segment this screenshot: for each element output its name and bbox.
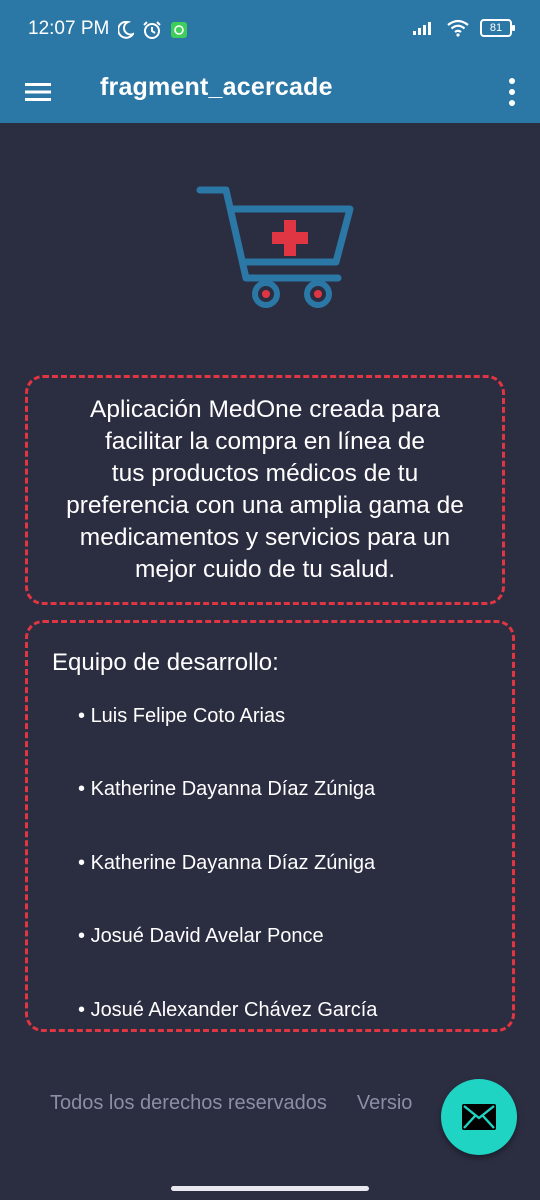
team-card: Equipo de desarrollo: Luis Felipe Coto A… [25, 620, 515, 1032]
team-member: Luis Felipe Coto Arias [78, 705, 286, 728]
moon-icon [118, 21, 134, 39]
team-member: Katherine Dayanna Díaz Zúniga [78, 852, 376, 875]
version-text: Versio [356, 1092, 413, 1114]
description-line: Aplicación MedOne creada para [89, 396, 440, 423]
wifi-icon [447, 19, 469, 37]
mail-icon [462, 1104, 496, 1130]
description-card: Aplicación MedOne creada para facilitar … [25, 375, 505, 605]
description-line: facilitar la compra en línea de [104, 428, 426, 455]
team-member: Katherine Dayanna Díaz Zúniga [78, 778, 376, 801]
app-bar: fragment_acercade [0, 62, 540, 123]
status-left-icons [118, 20, 188, 40]
signal-icon [413, 22, 431, 35]
hamburger-menu-icon[interactable] [24, 78, 52, 106]
description-line: medicamentos y servicios para un [79, 524, 451, 551]
battery-icon: 81 [480, 19, 515, 37]
status-right-icons: 81 [412, 19, 515, 37]
team-heading: Equipo de desarrollo: [52, 649, 279, 676]
description-line: mejor cuido de tu salud. [134, 556, 396, 583]
app-notification-icon [171, 22, 187, 38]
app-description: Aplicación MedOne creada para facilitar … [35, 394, 495, 586]
description-line: tus productos médicos de tu [111, 460, 419, 487]
status-bar: 12:07 PM 81 [0, 0, 540, 62]
status-time: 12:07 PM [28, 18, 110, 39]
more-vertical-icon[interactable] [504, 74, 520, 110]
page-title: fragment_acercade [100, 73, 333, 101]
medical-cart-icon [196, 186, 354, 308]
description-line: preferencia con una amplia gama de [66, 492, 464, 519]
mail-fab-button[interactable] [441, 1079, 517, 1155]
team-member: Josué Alexander Chávez García [78, 999, 378, 1022]
alarm-icon [143, 21, 161, 39]
gesture-nav-handle[interactable] [171, 1186, 369, 1191]
team-member: Josué David Avelar Ponce [78, 925, 324, 948]
rights-text: Todos los derechos reservados [50, 1092, 327, 1114]
footer: Todos los derechos reservados Versio [50, 1092, 450, 1115]
